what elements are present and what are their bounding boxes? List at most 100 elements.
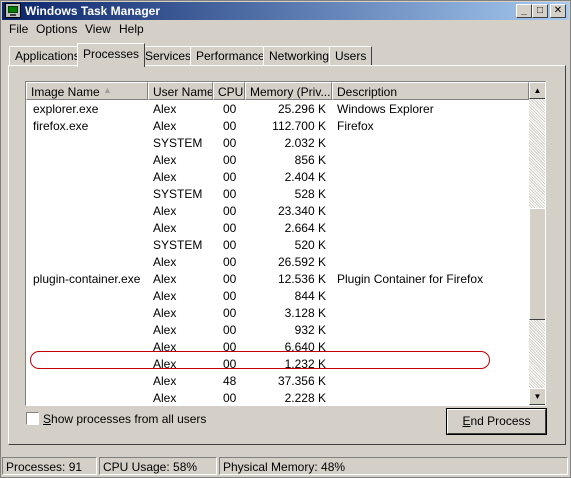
table-row[interactable]: SYSTEM 00 2.032 K	[26, 134, 529, 151]
cell-memory: 23.340 K	[277, 204, 326, 218]
table-row[interactable]: plugin-container.exe Alex 00 12.536 K Plugin…	[26, 270, 529, 287]
cell-memory: 37.356 K	[277, 374, 326, 388]
cell-cpu: 00	[223, 119, 237, 133]
cell-cpu: 00	[223, 323, 237, 337]
tab-services[interactable]: Services	[139, 46, 198, 66]
cell-user-name: Alex	[153, 204, 177, 218]
close-icon: ✕	[553, 5, 563, 16]
process-list[interactable]: Image Name ▲ User Name CPU Memory (Priv.…	[25, 81, 546, 406]
scroll-thumb[interactable]	[529, 208, 545, 320]
cell-user-name: Alex	[153, 323, 177, 337]
cell-description: Windows Explorer	[337, 102, 434, 116]
cell-user-name: SYSTEM	[153, 136, 203, 150]
tab-users[interactable]: Users	[329, 46, 373, 66]
menu-file[interactable]: File	[8, 22, 29, 36]
maximize-icon: □	[536, 5, 544, 16]
highlight-outline	[30, 351, 490, 369]
cell-memory: 112.700 K	[272, 119, 326, 133]
cell-cpu: 00	[223, 187, 237, 201]
sort-ascending-icon: ▲	[103, 85, 112, 95]
cell-user-name: Alex	[153, 153, 177, 167]
status-processes: Processes: 91	[2, 457, 97, 475]
cell-cpu: 00	[223, 289, 237, 303]
menu-view[interactable]: View	[84, 22, 112, 36]
table-row[interactable]: Alex 00 2.664 K	[26, 219, 529, 236]
cell-cpu: 00	[223, 170, 237, 184]
table-row[interactable]: SYSTEM 00 528 K	[26, 185, 529, 202]
scroll-up-button[interactable]: ▲	[529, 82, 545, 99]
table-row[interactable]: firefox.exe Alex 00 112.700 K Firefox	[26, 117, 529, 134]
menu-help[interactable]: Help	[118, 22, 145, 36]
tab-performance[interactable]: Performance	[190, 46, 271, 66]
table-row[interactable]: Alex 00 856 K	[26, 151, 529, 168]
cell-cpu: 00	[223, 102, 237, 116]
cell-cpu: 00	[223, 306, 237, 320]
table-row[interactable]: Alex 00 932 K	[26, 321, 529, 338]
arrow-down-icon: ▼	[533, 392, 542, 401]
cell-memory: 2.404 K	[284, 170, 326, 184]
cell-user-name: Alex	[153, 272, 177, 286]
cell-user-name: Alex	[153, 391, 177, 405]
vertical-scrollbar[interactable]: ▲ ▼	[529, 82, 545, 405]
cell-memory: 12.536 K	[277, 272, 326, 286]
table-row[interactable]: SYSTEM 00 520 K	[26, 236, 529, 253]
table-row[interactable]: Alex 00 2.404 K	[26, 168, 529, 185]
cell-description: Firefox	[337, 119, 374, 133]
cell-image-name: plugin-container.exe	[33, 272, 141, 286]
minimize-icon: _	[521, 5, 527, 16]
maximize-button[interactable]: □	[532, 4, 548, 18]
cell-cpu: 00	[223, 272, 237, 286]
column-header-image-name[interactable]: Image Name ▲	[26, 82, 148, 100]
table-row[interactable]: Alex 00 23.340 K	[26, 202, 529, 219]
table-row[interactable]: Alex 48 37.356 K	[26, 372, 529, 389]
column-header-memory[interactable]: Memory (Priv...	[245, 82, 332, 100]
table-row[interactable]: explorer.exe Alex 00 25.296 K Windows Explor…	[26, 100, 529, 117]
cell-description: Plugin Container for Firefox	[337, 272, 484, 286]
cell-cpu: 00	[223, 221, 237, 235]
cell-cpu: 00	[223, 204, 237, 218]
cell-memory: 2.664 K	[284, 221, 326, 235]
cell-memory: 25.296 K	[277, 102, 326, 116]
cell-image-name: firefox.exe	[33, 119, 89, 133]
cell-cpu: 00	[223, 136, 237, 150]
cell-cpu: 00	[223, 153, 237, 167]
cell-user-name: Alex	[153, 374, 177, 388]
cell-memory: 528 K	[294, 187, 326, 201]
end-process-button[interactable]: End Process	[447, 409, 546, 434]
cell-user-name: Alex	[153, 255, 177, 269]
column-header-description[interactable]: Description	[332, 82, 529, 100]
cell-user-name: Alex	[153, 102, 177, 116]
cell-user-name: Alex	[153, 289, 177, 303]
cell-user-name: Alex	[153, 306, 177, 320]
table-row[interactable]: Alex 00 3.128 K	[26, 304, 529, 321]
title-bar[interactable]: Windows Task Manager _ □ ✕	[2, 2, 569, 20]
cell-memory: 856 K	[294, 153, 326, 167]
menu-options[interactable]: Options	[35, 22, 78, 36]
cell-memory: 3.128 K	[284, 306, 326, 320]
column-header-cpu[interactable]: CPU	[213, 82, 245, 100]
tab-processes[interactable]: Processes	[77, 43, 146, 67]
cell-cpu: 00	[223, 255, 237, 269]
cell-user-name: Alex	[153, 170, 177, 184]
cell-user-name: Alex	[153, 221, 177, 235]
cell-user-name: Alex	[153, 119, 177, 133]
tab-applications[interactable]: Applications	[9, 46, 86, 66]
window-title: Windows Task Manager	[25, 4, 161, 18]
close-button[interactable]: ✕	[550, 4, 566, 18]
task-manager-window: Windows Task Manager _ □ ✕ File Options …	[0, 0, 571, 478]
table-row[interactable]: Alex 00 26.592 K	[26, 253, 529, 270]
minimize-button[interactable]: _	[516, 4, 532, 18]
arrow-up-icon: ▲	[533, 86, 542, 95]
column-header-user-name[interactable]: User Name	[148, 82, 213, 100]
cell-user-name: SYSTEM	[153, 238, 203, 252]
cell-memory: 520 K	[294, 238, 326, 252]
scroll-down-button[interactable]: ▼	[529, 388, 545, 405]
menu-bar: File Options View Help	[2, 21, 569, 39]
cell-cpu: 48	[223, 374, 237, 388]
show-all-users-checkbox[interactable]	[26, 412, 39, 425]
task-manager-icon	[5, 3, 21, 18]
tab-networking[interactable]: Networking	[263, 46, 336, 66]
table-row[interactable]: Alex 00 2.228 K	[26, 389, 529, 405]
table-row[interactable]: Alex 00 844 K	[26, 287, 529, 304]
show-all-users-label[interactable]: Show processes from all users	[43, 412, 206, 426]
